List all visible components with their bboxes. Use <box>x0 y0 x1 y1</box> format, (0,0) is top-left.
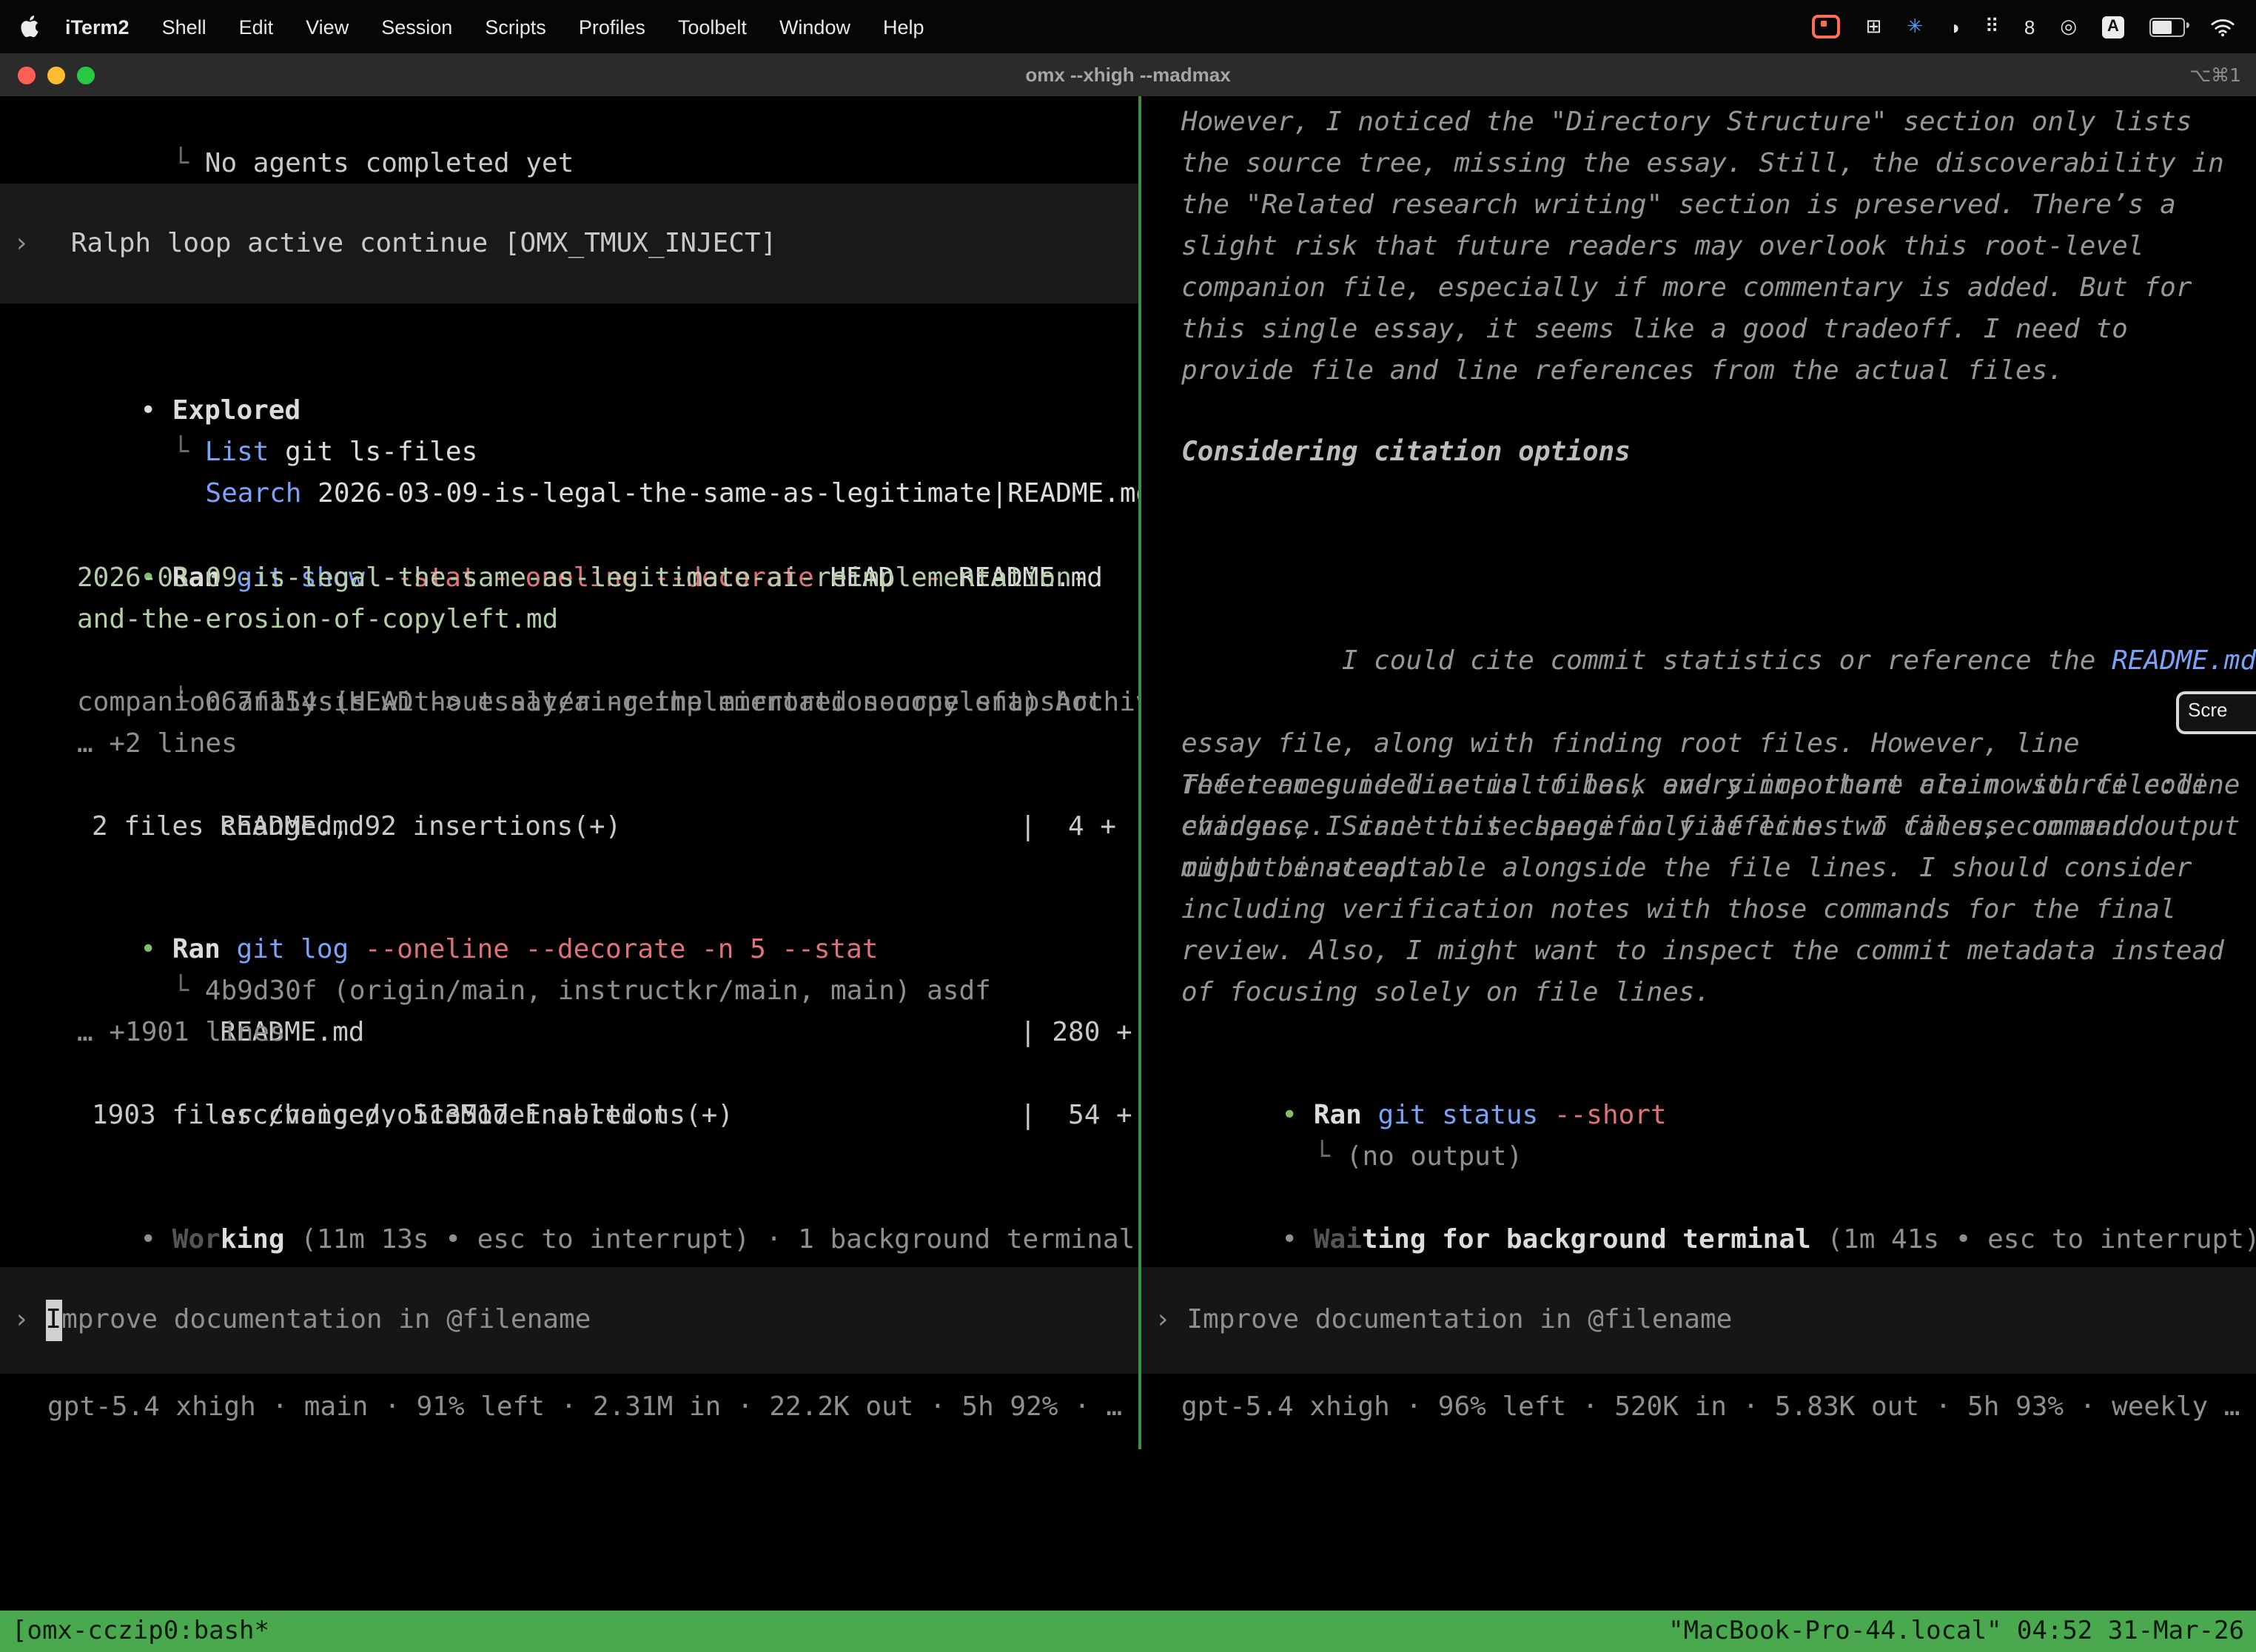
prompt-chevron: › <box>13 223 30 264</box>
tmux-session-window[interactable]: [omx-cczip0:bash* <box>12 1611 269 1652</box>
model-status-line: gpt-5.4 xhigh · 96% left · 520K in · 5.8… <box>1181 1387 2256 1428</box>
window-grid-icon[interactable]: ⊞ <box>1865 15 1881 38</box>
target-icon[interactable]: ◎ <box>2060 15 2077 38</box>
command-arg-wrap-2: and-the-erosion-of-copyleft.md <box>77 600 1138 641</box>
window-title-bar: omx --xhigh --madmax ⌥⌘1 <box>0 53 2256 96</box>
menu-item-session[interactable]: Session <box>365 16 469 38</box>
menu-item-window[interactable]: Window <box>763 16 867 38</box>
git-show-output-1: └ 067f154 (HEAD -> essay/ai-reimplementa… <box>44 641 1138 682</box>
apple-menu-icon[interactable] <box>21 15 40 38</box>
model-status-line: gpt-5.4 xhigh · main · 91% left · 2.31M … <box>47 1387 1138 1428</box>
menu-item-iterm2[interactable]: iTerm2 <box>49 16 146 38</box>
window-shortcut-indicator: ⌥⌘1 <box>2189 64 2256 86</box>
thinking-paragraph: The team guideline is to back every impo… <box>1181 765 2256 1014</box>
agents-status-line: └ No agents completed yet <box>44 102 1138 144</box>
terminal-content: └ No agents completed yet ›Ralph loop ac… <box>0 96 2256 1652</box>
screen: iTerm2 Shell Edit View Session Scripts P… <box>0 0 2256 1652</box>
diffstat-row: README.md| 280 + <box>92 971 1138 1013</box>
tmux-status-bar: [omx-cczip0:bash* "MacBook-Pro-44.local"… <box>0 1611 2256 1652</box>
readme-file-reference[interactable]: README.md <box>2112 645 2256 676</box>
bullet-icon: • <box>140 1224 172 1255</box>
git-status-output: └ (no output) <box>1186 1095 2256 1137</box>
tree-branch-glyph: └ <box>1314 1141 1346 1172</box>
ralph-loop-banner: ›Ralph loop active continue [OMX_TMUX_IN… <box>0 184 1138 303</box>
dots-grid-icon[interactable]: ⠿ <box>1985 15 1999 38</box>
macos-menu-bar: iTerm2 Shell Edit View Session Scripts P… <box>0 0 2256 53</box>
menu-item-view[interactable]: View <box>289 16 365 38</box>
screen-edge-button[interactable]: Scre <box>2176 691 2256 734</box>
half-circle-icon[interactable]: ◑ <box>1948 16 1960 38</box>
tree-branch-glyph: └ <box>172 148 204 179</box>
ran-git-show-command: • Ran git show --stat --oneline --decora… <box>12 517 1138 558</box>
screen-recording-icon[interactable] <box>1812 15 1840 38</box>
tmux-host-clock: "MacBook-Pro-44.local" 04:52 31-Mar-26 <box>1668 1611 2244 1652</box>
diffstat-row: README.md| 4 + <box>92 765 1138 807</box>
waiting-status-line: • Waiting for background terminal (1m 41… <box>1153 1178 2256 1220</box>
composer-input[interactable]: › Improve documentation in @filename <box>1141 1267 2256 1374</box>
working-status-line: • Working (11m 13s • esc to interrupt) ·… <box>12 1178 1138 1220</box>
ran-git-status-command: • Ran git status --short <box>1153 1054 2256 1095</box>
menu-item-profiles[interactable]: Profiles <box>563 16 662 38</box>
prompt-chevron: › <box>13 1300 45 1341</box>
text-cursor: I <box>45 1300 61 1341</box>
command-arg-wrap-1: 2026-03-09-is-legal-the-same-as-legitima… <box>77 558 1138 600</box>
window-title: omx --xhigh --madmax <box>0 64 2256 86</box>
menu-item-scripts[interactable]: Scripts <box>469 16 563 38</box>
diffstat-summary: 2 files changed, 92 insertions(+) <box>92 807 1138 848</box>
menu-item-edit[interactable]: Edit <box>223 16 290 38</box>
bullet-icon: • <box>1281 1224 1313 1255</box>
git-show-output-2: companion analysis without altering the … <box>77 682 1138 724</box>
battery-icon[interactable] <box>2149 17 2185 36</box>
menu-bar-status-icons: ⊞ ✳ ◑ ⠿ 8 ◎ A <box>1812 15 2235 38</box>
omx-status-bar: [OMX#0.11.9] cczip/essay/ai-reimplementa… <box>0 1470 2256 1511</box>
explored-list-line: └ List git ls-files <box>44 391 1138 432</box>
explored-header: • Explored <box>12 349 1138 391</box>
right-agent-pane: However, I noticed the "Directory Struct… <box>1141 96 2256 1449</box>
composer-input[interactable]: › Improve documentation in @filename <box>0 1267 1138 1374</box>
diffstat-summary: 1903 files changed, 513517 insertions(+) <box>92 1095 1138 1137</box>
spark-icon[interactable]: ✳ <box>1907 15 1923 38</box>
ran-git-log-command: • Ran git log --oneline --decorate -n 5 … <box>12 888 1138 930</box>
left-agent-pane: └ No agents completed yet ›Ralph loop ac… <box>0 96 1138 1449</box>
wifi-icon[interactable] <box>2210 17 2235 36</box>
menu-item-shell[interactable]: Shell <box>146 16 223 38</box>
keycap-icon[interactable]: 8 <box>2024 16 2035 38</box>
thinking-paragraph: However, I noticed the "Directory Struct… <box>1181 102 2256 392</box>
input-source-icon[interactable]: A <box>2102 16 2124 38</box>
more-lines-indicator: … +1901 lines <box>77 1013 1138 1054</box>
menu-item-toolbelt[interactable]: Toolbelt <box>662 16 763 38</box>
diffstat-row: src/voice/voiceModeEnabled.ts| 54 + <box>92 1054 1138 1095</box>
thinking-heading: Considering citation options <box>1181 432 2256 474</box>
prompt-chevron: › <box>1155 1300 1186 1341</box>
menu-item-help[interactable]: Help <box>867 16 941 38</box>
git-log-output-1: └ 4b9d30f (origin/main, instructkr/main,… <box>44 930 1138 971</box>
more-lines-indicator: … +2 lines <box>77 724 1138 765</box>
explored-search-line: Search 2026-03-09-is-legal-the-same-as-l… <box>77 432 1138 474</box>
